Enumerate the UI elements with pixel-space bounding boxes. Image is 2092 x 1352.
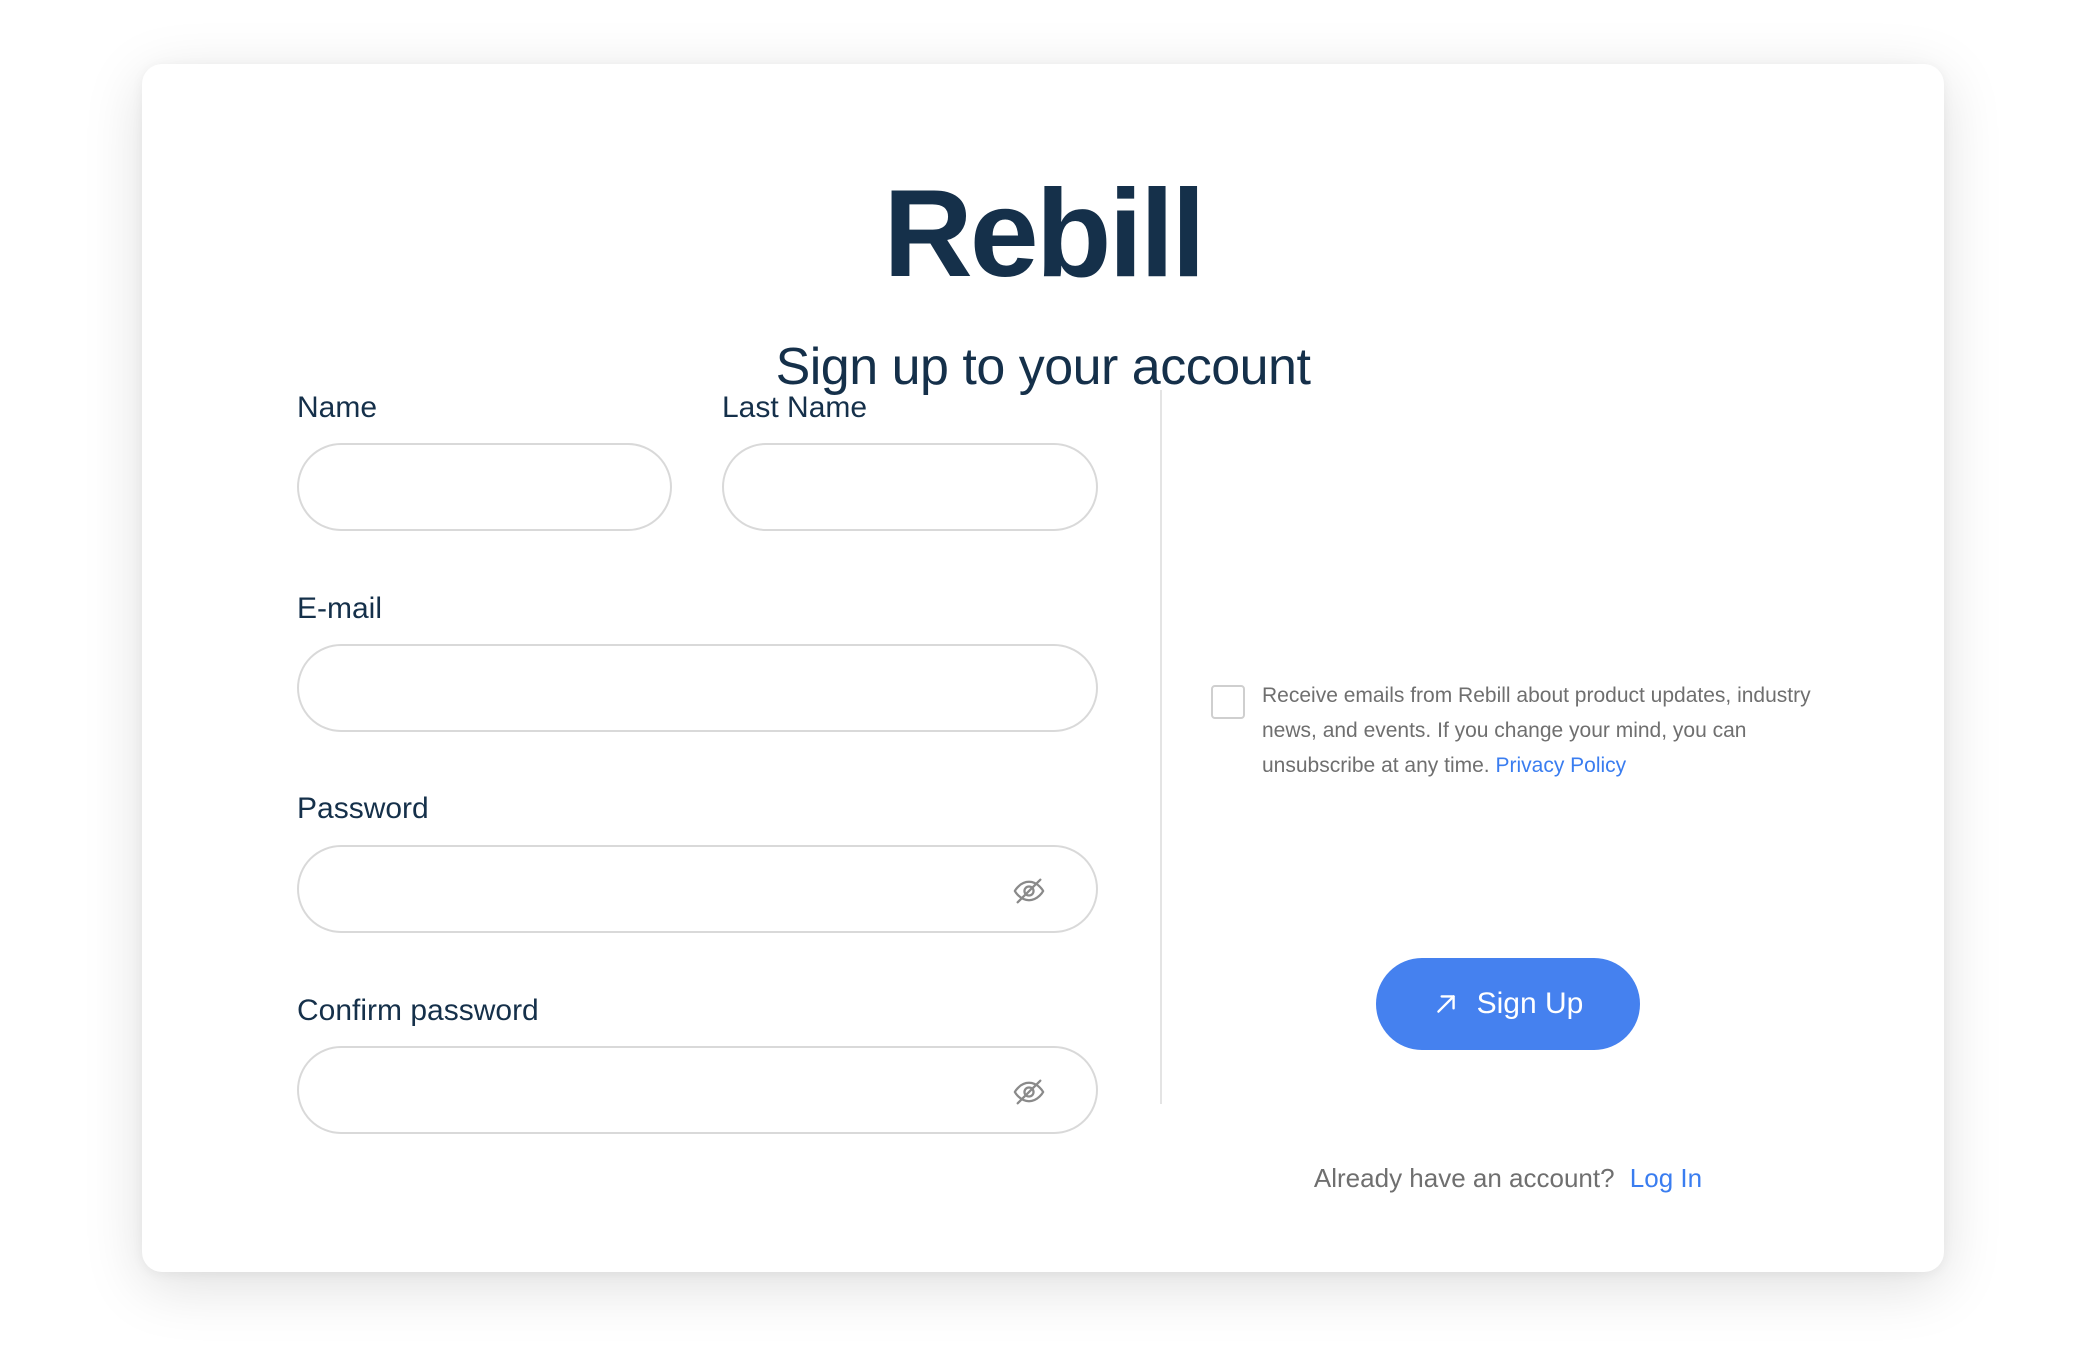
- sign-up-button[interactable]: Sign Up: [1376, 958, 1640, 1050]
- eye-off-icon[interactable]: [1012, 1075, 1046, 1109]
- log-in-link[interactable]: Log In: [1630, 1163, 1702, 1193]
- eye-off-icon[interactable]: [1012, 874, 1046, 908]
- name-field[interactable]: [297, 443, 672, 531]
- email-input[interactable]: [329, 646, 1066, 730]
- name-input[interactable]: [329, 445, 640, 529]
- page-title: Sign up to your account: [775, 338, 1311, 396]
- last-name-field[interactable]: [722, 443, 1098, 531]
- arrow-up-right-icon: [1436, 995, 1455, 1013]
- last-name-input[interactable]: [754, 445, 1066, 529]
- signup-card: Rebill Sign up to your account Name Last…: [142, 64, 1944, 1272]
- login-prompt-text: Already have an account?: [1313, 1163, 1615, 1193]
- email-field[interactable]: [297, 644, 1098, 732]
- confirm-password-field[interactable]: [297, 1046, 1098, 1134]
- column-divider: [1160, 390, 1162, 1104]
- confirm-password-label: Confirm password: [297, 994, 539, 1027]
- name-label: Name: [297, 391, 378, 424]
- password-label: Password: [297, 792, 429, 825]
- email-label: E-mail: [297, 592, 383, 625]
- password-field[interactable]: [297, 845, 1098, 933]
- login-prompt: Already have an account? Log In: [1242, 1162, 1774, 1194]
- sign-up-label: Sign Up: [1476, 987, 1584, 1020]
- confirm-password-input[interactable]: [329, 1048, 986, 1132]
- last-name-label: Last Name: [722, 391, 868, 424]
- marketing-consent-checkbox[interactable]: [1211, 685, 1245, 719]
- privacy-policy-link[interactable]: Privacy Policy: [1495, 754, 1626, 777]
- marketing-consent-text: Receive emails from Rebill about product…: [1262, 678, 1862, 783]
- password-input[interactable]: [329, 847, 986, 931]
- brand-logo: Rebill: [883, 165, 1206, 303]
